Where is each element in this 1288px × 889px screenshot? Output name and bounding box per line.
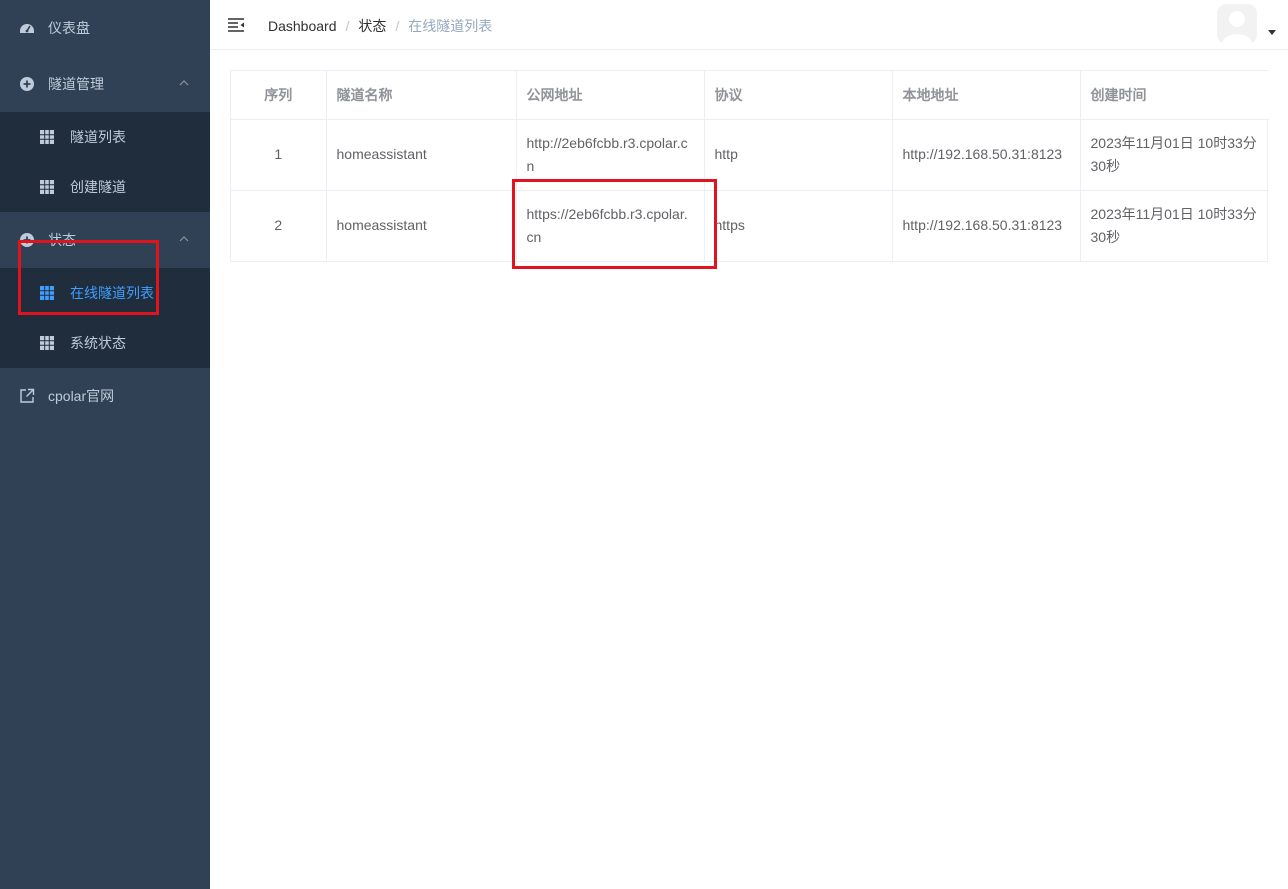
avatar[interactable]: [1217, 4, 1257, 44]
submenu-status: 在线隧道列表 系统状态: [0, 268, 210, 368]
sidebar-item-online-tunnels[interactable]: 在线隧道列表: [0, 268, 210, 318]
menu-label: cpolar官网: [48, 388, 115, 404]
dashboard-icon: [19, 20, 35, 36]
sidebar-item-label: 在线隧道列表: [70, 285, 154, 301]
cell-protocol: https: [704, 190, 893, 261]
sidebar-item-label: 创建隧道: [70, 179, 126, 195]
menu-label: 仪表盘: [48, 20, 90, 36]
hamburger-icon[interactable]: [227, 16, 245, 34]
chevron-up-icon: [179, 80, 189, 86]
table-icon: [40, 336, 54, 350]
table-icon: [40, 130, 54, 144]
sidebar-item-label: 系统状态: [70, 335, 126, 351]
breadcrumb: Dashboard / 状态 / 在线隧道列表: [268, 16, 492, 36]
breadcrumb-separator: /: [345, 18, 350, 34]
table-icon: [40, 286, 54, 300]
column-header: 本地地址: [892, 71, 1081, 120]
sidebar-item-tunnel-list[interactable]: 隧道列表: [0, 112, 210, 162]
external-link-icon: [19, 388, 35, 404]
column-header: 隧道名称: [326, 71, 517, 120]
menu-item-dashboard[interactable]: 仪表盘: [0, 0, 210, 56]
sidebar: 仪表盘 隧道管理 隧道列表 创建隧道 状态 在线隧道列表 系统状态 cpolar…: [0, 0, 210, 889]
sidebar-item-create-tunnel[interactable]: 创建隧道: [0, 162, 210, 212]
menu-item-status[interactable]: 状态: [0, 212, 210, 268]
column-header: 协议: [704, 71, 893, 120]
plus-circle-icon: [19, 76, 35, 92]
menu-label: 隧道管理: [48, 76, 104, 92]
cell-created-time: 2023年11月01日 10时33分30秒: [1080, 119, 1269, 191]
sidebar-item-system-status[interactable]: 系统状态: [0, 318, 210, 368]
navbar: Dashboard / 状态 / 在线隧道列表: [210, 0, 1288, 50]
cell-tunnel-name: homeassistant: [326, 190, 517, 261]
table-row: 1 homeassistant http://2eb6fcbb.r3.cpola…: [231, 119, 1269, 191]
breadcrumb-separator: /: [395, 18, 400, 34]
table-icon: [40, 180, 54, 194]
cell-local-address: http://192.168.50.31:8123: [892, 190, 1081, 261]
cell-public-url: http://2eb6fcbb.r3.cpolar.cn: [516, 119, 705, 191]
table-header-row: 序列 隧道名称 公网地址 协议 本地地址 创建时间: [231, 71, 1269, 120]
breadcrumb-item[interactable]: Dashboard: [268, 18, 337, 34]
submenu-tunnel-management: 隧道列表 创建隧道: [0, 112, 210, 212]
menu-label: 状态: [48, 232, 76, 248]
cell-public-url: https://2eb6fcbb.r3.cpolar.cn: [516, 190, 705, 261]
cell-local-address: http://192.168.50.31:8123: [892, 119, 1081, 191]
status-circle-icon: [19, 232, 35, 248]
chevron-up-icon: [179, 236, 189, 242]
user-avatar-icon: [1217, 4, 1257, 44]
cell-tunnel-name: homeassistant: [326, 119, 517, 191]
cell-protocol: http: [704, 119, 893, 191]
column-header: 序列: [231, 71, 327, 120]
cell-index: 1: [231, 119, 327, 191]
online-tunnels-table: 序列 隧道名称 公网地址 协议 本地地址 创建时间 1 homeassistan…: [230, 70, 1269, 262]
column-header: 创建时间: [1080, 71, 1269, 120]
column-header: 公网地址: [516, 71, 705, 120]
caret-down-icon[interactable]: [1268, 30, 1276, 35]
menu-item-cpolar-website[interactable]: cpolar官网: [0, 368, 210, 424]
cell-index: 2: [231, 190, 327, 261]
breadcrumb-item: 在线隧道列表: [408, 18, 493, 34]
breadcrumb-item[interactable]: 状态: [358, 16, 386, 36]
menu-item-tunnel-management[interactable]: 隧道管理: [0, 56, 210, 112]
sidebar-item-label: 隧道列表: [70, 129, 126, 145]
cell-created-time: 2023年11月01日 10时33分30秒: [1090, 205, 1257, 245]
table-row: 2 homeassistant https://2eb6fcbb.r3.cpol…: [231, 190, 1269, 261]
